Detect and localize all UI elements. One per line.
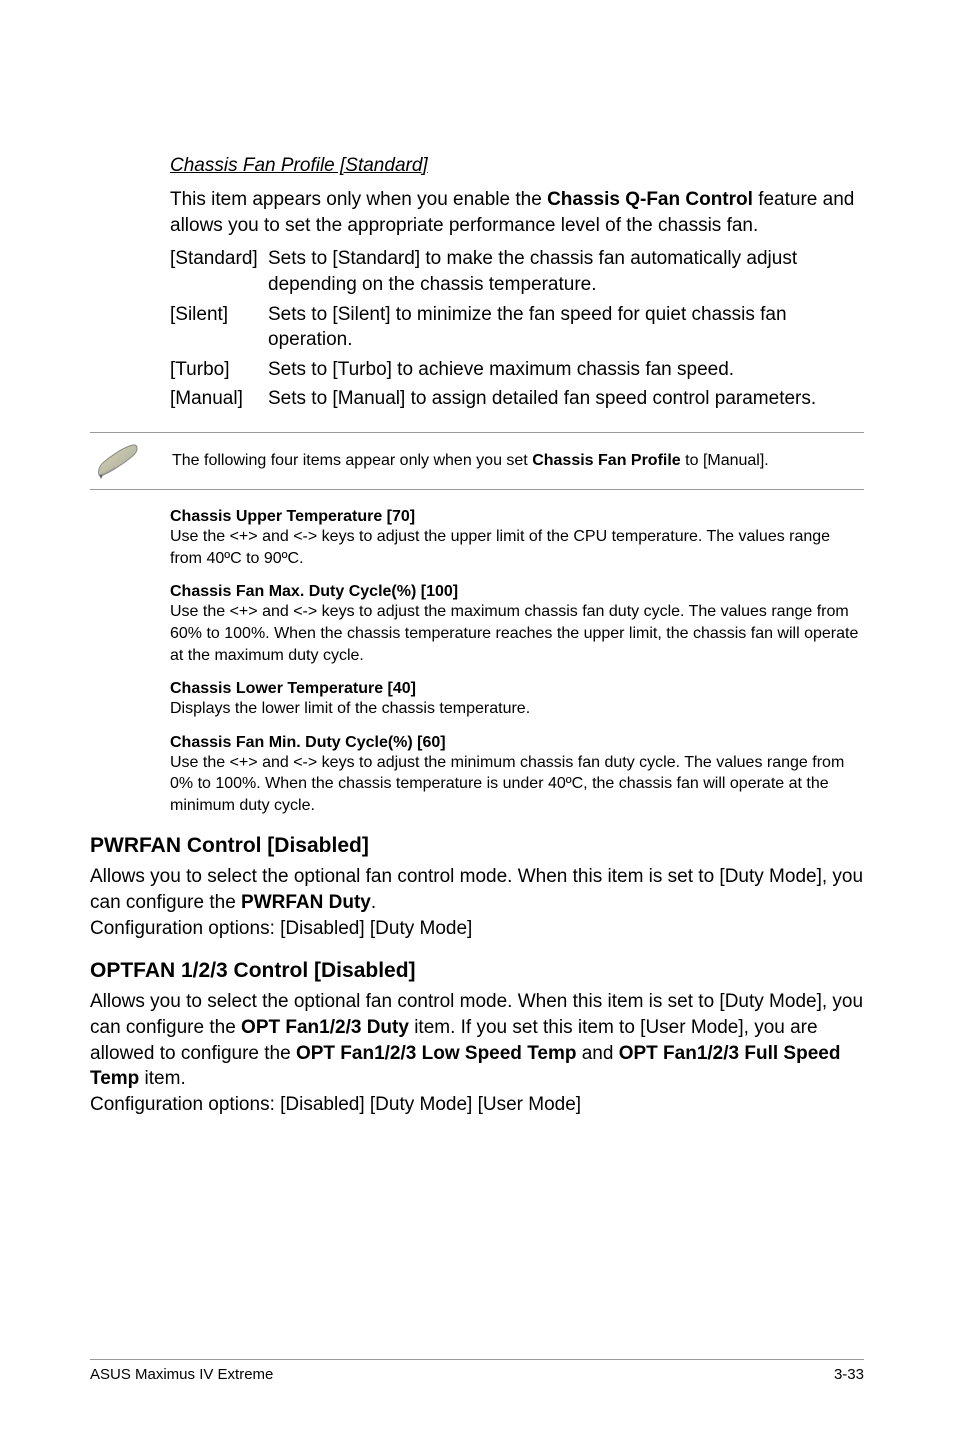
option-silent: [Silent] Sets to [Silent] to minimize th… xyxy=(170,302,864,353)
option-standard-desc: Sets to [Standard] to make the chassis f… xyxy=(268,246,864,297)
option-manual-label: [Manual] xyxy=(170,386,268,412)
sub4-body: Use the <+> and <-> keys to adjust the m… xyxy=(170,752,864,817)
option-manual-desc: Sets to [Manual] to assign detailed fan … xyxy=(268,386,864,412)
option-silent-label: [Silent] xyxy=(170,302,268,353)
footer-right: 3-33 xyxy=(834,1366,864,1383)
option-standard-label: [Standard] xyxy=(170,246,268,297)
option-silent-desc: Sets to [Silent] to minimize the fan spe… xyxy=(268,302,864,353)
note-part1: The following four items appear only whe… xyxy=(172,452,532,469)
pwrfan-body: Allows you to select the optional fan co… xyxy=(90,864,864,941)
note-part2: to [Manual]. xyxy=(681,452,769,469)
option-turbo-desc: Sets to [Turbo] to achieve maximum chass… xyxy=(268,357,864,383)
page-footer: ASUS Maximus IV Extreme 3-33 xyxy=(90,1359,864,1383)
pwrfan-config: Configuration options: [Disabled] [Duty … xyxy=(90,918,472,939)
sub1-title: Chassis Upper Temperature [70] xyxy=(170,508,864,526)
pwrfan-bold: PWRFAN Duty xyxy=(241,892,371,913)
sub3-title: Chassis Lower Temperature [40] xyxy=(170,680,864,698)
pwrfan-heading: PWRFAN Control [Disabled] xyxy=(90,834,864,858)
footer-left: ASUS Maximus IV Extreme xyxy=(90,1366,273,1383)
note-block: The following four items appear only whe… xyxy=(90,432,864,490)
note-icon-holder xyxy=(90,441,148,481)
sub3-body: Displays the lower limit of the chassis … xyxy=(170,698,864,720)
intro-bold: Chassis Q-Fan Control xyxy=(547,189,753,210)
chassis-profile-heading: Chassis Fan Profile [Standard] xyxy=(170,155,864,177)
pwrfan-part1: Allows you to select the optional fan co… xyxy=(90,866,863,913)
pencil-icon xyxy=(93,441,145,481)
option-turbo-label: [Turbo] xyxy=(170,357,268,383)
sub1-body: Use the <+> and <-> keys to adjust the u… xyxy=(170,526,864,569)
sub2-title: Chassis Fan Max. Duty Cycle(%) [100] xyxy=(170,583,864,601)
option-turbo: [Turbo] Sets to [Turbo] to achieve maxim… xyxy=(170,357,864,383)
optfan-body: Allows you to select the optional fan co… xyxy=(90,989,864,1117)
intro-text-1: This item appears only when you enable t… xyxy=(170,189,547,210)
sub2-body: Use the <+> and <-> keys to adjust the m… xyxy=(170,601,864,666)
optfan-heading: OPTFAN 1/2/3 Control [Disabled] xyxy=(90,959,864,983)
option-manual: [Manual] Sets to [Manual] to assign deta… xyxy=(170,386,864,412)
optfan-bold1: OPT Fan1/2/3 Duty xyxy=(241,1017,409,1038)
option-standard: [Standard] Sets to [Standard] to make th… xyxy=(170,246,864,297)
optfan-part3: and xyxy=(576,1043,618,1064)
chassis-profile-intro: This item appears only when you enable t… xyxy=(170,187,864,238)
optfan-bold2: OPT Fan1/2/3 Low Speed Temp xyxy=(296,1043,576,1064)
optfan-part4: item. xyxy=(139,1068,185,1089)
note-text: The following four items appear only whe… xyxy=(172,450,864,472)
sub4-title: Chassis Fan Min. Duty Cycle(%) [60] xyxy=(170,734,864,752)
note-bold: Chassis Fan Profile xyxy=(532,452,681,469)
optfan-config: Configuration options: [Disabled] [Duty … xyxy=(90,1094,581,1115)
pwrfan-part2: . xyxy=(371,892,376,913)
